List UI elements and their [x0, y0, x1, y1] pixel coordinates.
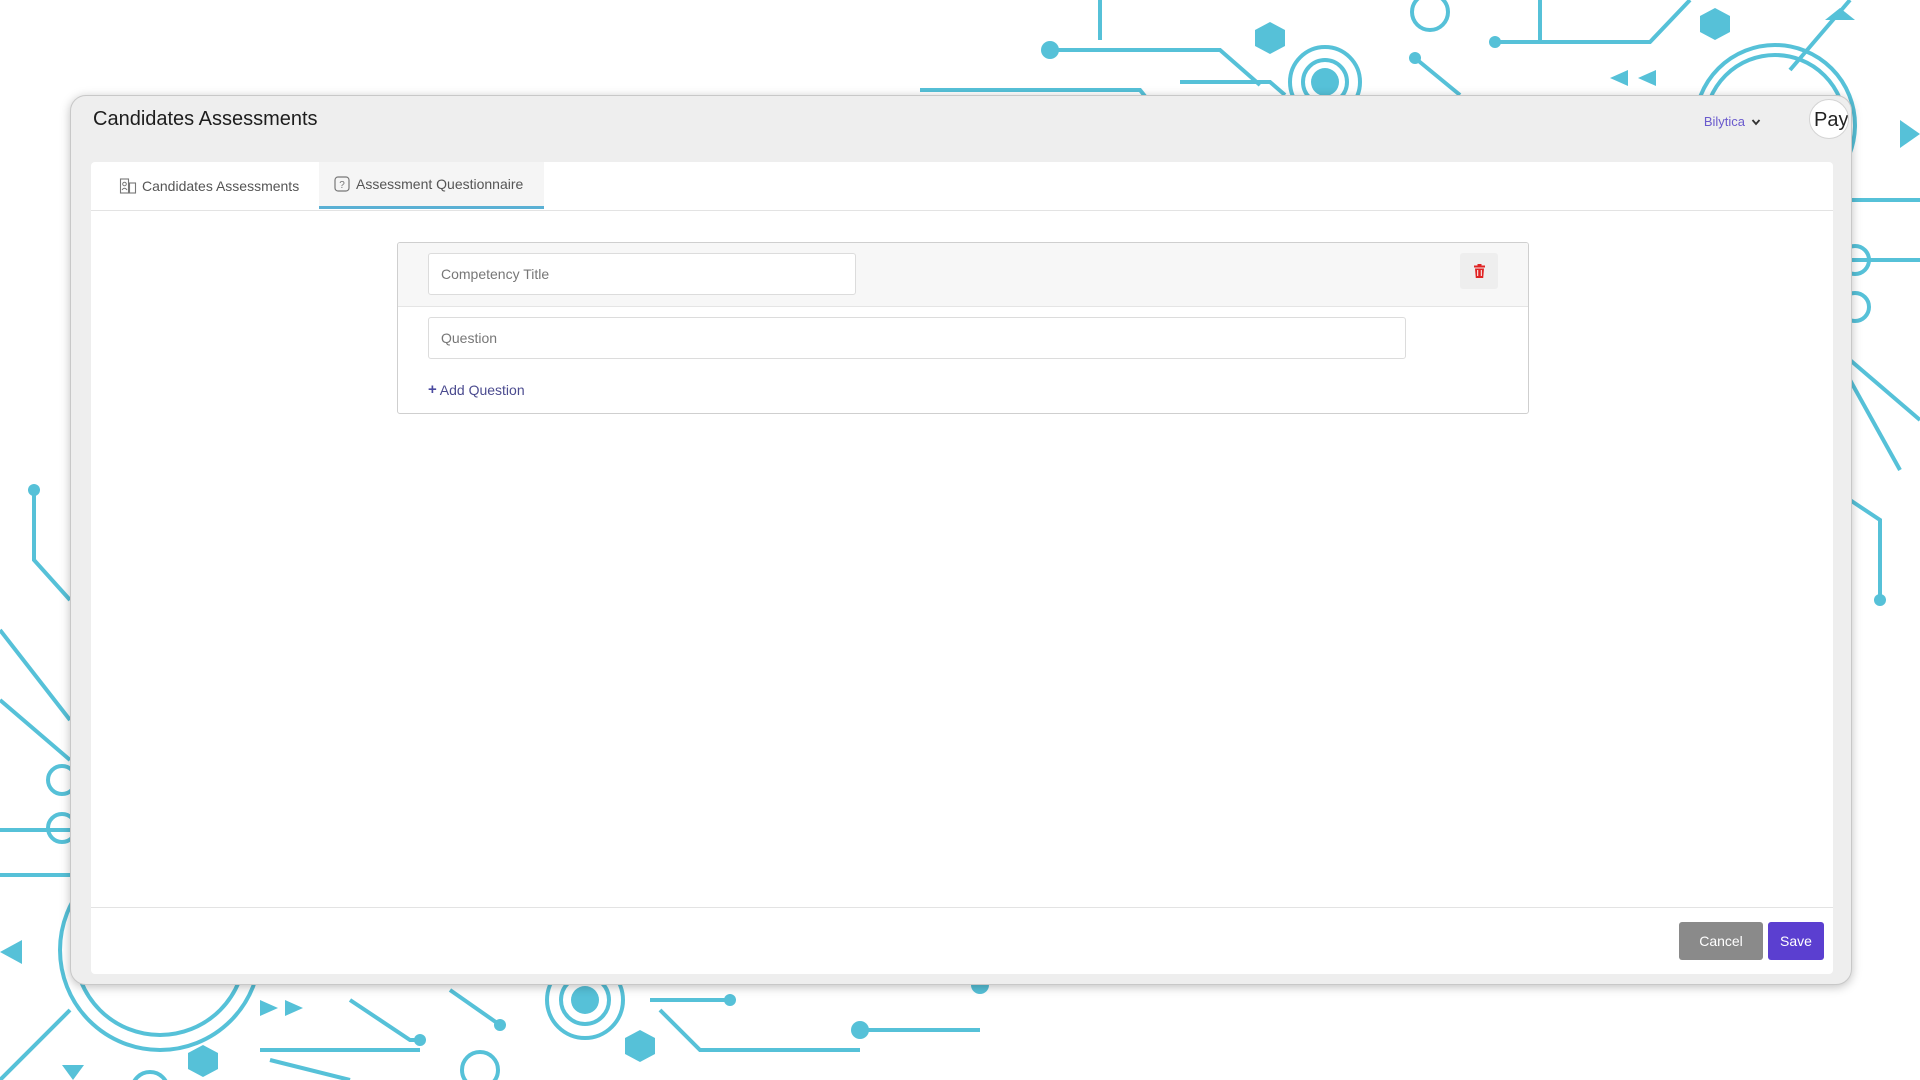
tab-bar: Candidates Assessments ? Assessment Ques… [91, 162, 1833, 211]
trash-icon [1473, 264, 1485, 278]
clipboard-user-icon [119, 177, 137, 194]
user-menu-label: Bilytica [1703, 114, 1745, 129]
chevron-down-icon [1751, 118, 1761, 125]
svg-text:?: ? [339, 180, 345, 191]
content-panel: Candidates Assessments ? Assessment Ques… [91, 162, 1833, 974]
delete-competency-button[interactable] [1460, 253, 1498, 289]
question-box-icon: ? [334, 176, 350, 192]
dialog-footer: Cancel Save [91, 907, 1833, 975]
competency-card: + Add Question [397, 242, 1529, 414]
cancel-button[interactable]: Cancel [1679, 922, 1763, 960]
window-title: Candidates Assessments [93, 108, 318, 130]
avatar[interactable]: Pay [1809, 99, 1849, 139]
tab-candidates-assessments[interactable]: Candidates Assessments [105, 162, 333, 209]
add-question-link[interactable]: + Add Question [428, 381, 525, 398]
tab-assessment-questionnaire[interactable]: ? Assessment Questionnaire [319, 162, 544, 209]
tab-label: Assessment Questionnaire [356, 176, 524, 192]
user-menu[interactable]: Bilytica [1704, 114, 1761, 129]
question-input[interactable] [428, 317, 1406, 359]
add-question-label: Add Question [439, 381, 525, 398]
save-button[interactable]: Save [1768, 922, 1824, 960]
avatar-text: Pay [1814, 109, 1849, 131]
tab-label: Candidates Assessments [142, 177, 300, 194]
assessment-window: Candidates Assessments Bilytica Pay Cand… [70, 95, 1852, 985]
plus-icon: + [428, 381, 437, 398]
competency-title-input[interactable] [428, 253, 856, 295]
